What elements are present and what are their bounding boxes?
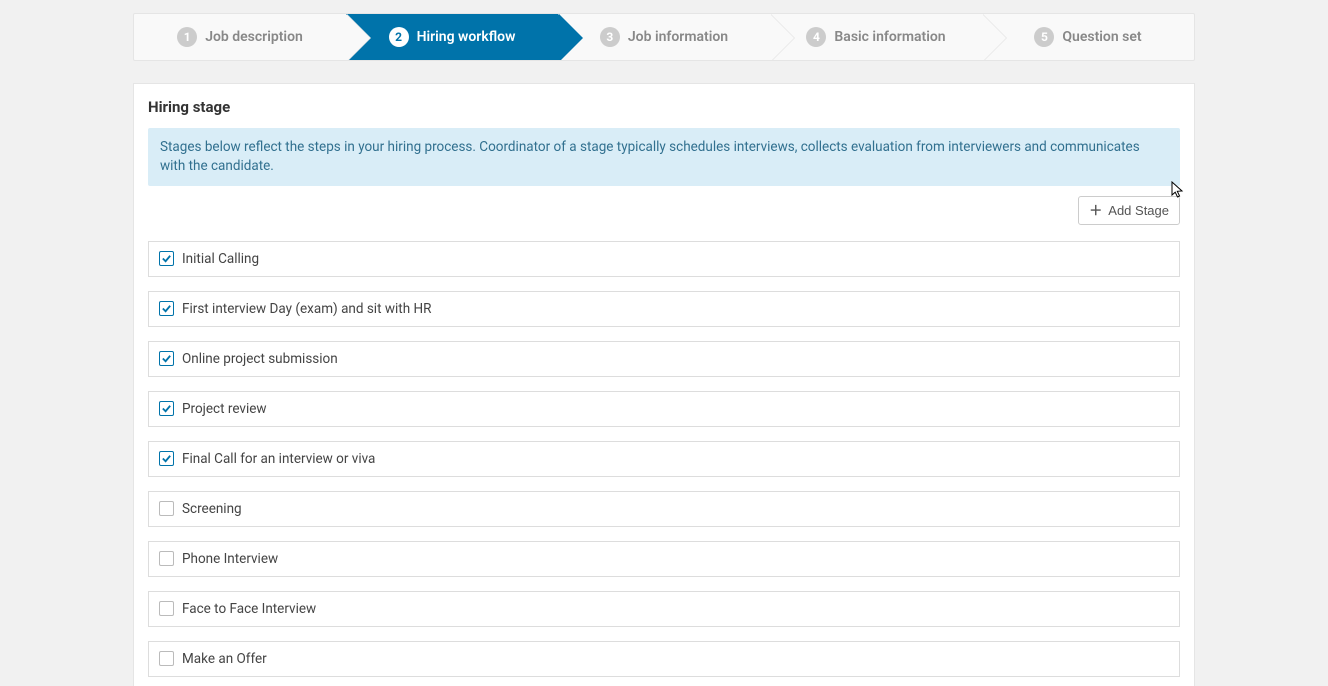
step-label: Job description: [205, 29, 303, 45]
step-number: 2: [389, 27, 409, 47]
add-stage-button[interactable]: ＋ Add Stage: [1078, 196, 1180, 225]
panel-toolbar: ＋ Add Stage: [134, 196, 1194, 233]
stage-row[interactable]: Make an Offer: [148, 641, 1180, 677]
wizard-step-5[interactable]: 5 Question set: [982, 14, 1194, 60]
stage-checkbox[interactable]: [159, 601, 174, 616]
step-number: 3: [600, 27, 620, 47]
stage-label: Initial Calling: [182, 251, 259, 267]
stage-checkbox[interactable]: [159, 301, 174, 316]
stage-checkbox[interactable]: [159, 651, 174, 666]
stage-row[interactable]: Face to Face Interview: [148, 591, 1180, 627]
stage-checkbox[interactable]: [159, 351, 174, 366]
stage-checkbox[interactable]: [159, 551, 174, 566]
hiring-stage-panel: Hiring stage Stages below reflect the st…: [133, 83, 1195, 686]
stage-checkbox[interactable]: [159, 251, 174, 266]
stage-row[interactable]: Phone Interview: [148, 541, 1180, 577]
stage-row[interactable]: First interview Day (exam) and sit with …: [148, 291, 1180, 327]
wizard-step-1[interactable]: 1 Job description: [134, 14, 346, 60]
wizard-step-3[interactable]: 3 Job information: [558, 14, 770, 60]
wizard-step-4[interactable]: 4 Basic information: [770, 14, 982, 60]
stage-label: Screening: [182, 501, 242, 517]
plus-icon: ＋: [1089, 204, 1102, 217]
step-number: 5: [1034, 27, 1054, 47]
wizard-step-2[interactable]: 2 Hiring workflow: [346, 14, 558, 60]
stage-checkbox[interactable]: [159, 451, 174, 466]
add-stage-label: Add Stage: [1108, 203, 1169, 218]
step-number: 1: [177, 27, 197, 47]
step-label: Question set: [1062, 29, 1141, 45]
step-label: Basic information: [834, 29, 945, 45]
stage-label: Phone Interview: [182, 551, 278, 567]
stage-label: Face to Face Interview: [182, 601, 316, 617]
step-number: 4: [806, 27, 826, 47]
stage-label: Final Call for an interview or viva: [182, 451, 375, 467]
stage-checkbox[interactable]: [159, 401, 174, 416]
info-banner: Stages below reflect the steps in your h…: [148, 128, 1180, 186]
stage-list: Initial Calling First interview Day (exam…: [134, 241, 1194, 686]
stage-label: Project review: [182, 401, 267, 417]
stage-row[interactable]: Initial Calling: [148, 241, 1180, 277]
stage-row[interactable]: Online project submission: [148, 341, 1180, 377]
wizard-steps: 1 Job description 2 Hiring workflow 3 Job inf…: [133, 13, 1195, 61]
stage-row[interactable]: Final Call for an interview or viva: [148, 441, 1180, 477]
stage-label: Online project submission: [182, 351, 338, 367]
stage-checkbox[interactable]: [159, 501, 174, 516]
panel-title: Hiring stage: [134, 84, 1194, 128]
stage-label: Make an Offer: [182, 651, 267, 667]
stage-label: First interview Day (exam) and sit with …: [182, 301, 431, 317]
stage-row[interactable]: Project review: [148, 391, 1180, 427]
step-label: Job information: [628, 29, 728, 45]
step-label: Hiring workflow: [417, 29, 516, 45]
stage-row[interactable]: Screening: [148, 491, 1180, 527]
